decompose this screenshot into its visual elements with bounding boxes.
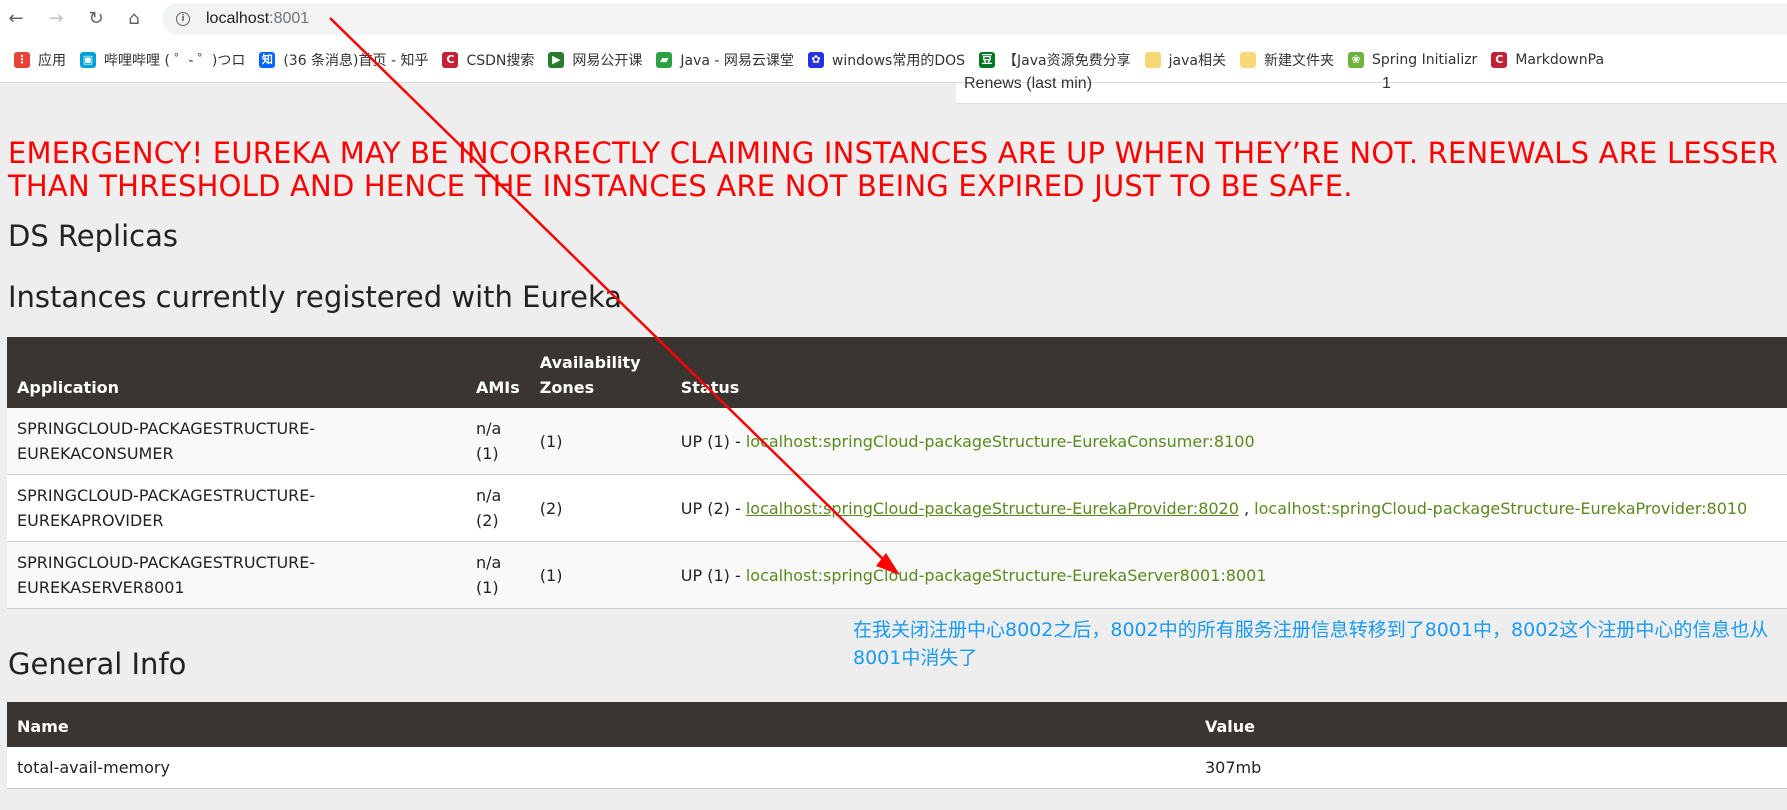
col-availability-zones: Availability Zones xyxy=(529,337,671,408)
bookmark-label: CSDN搜索 xyxy=(466,52,535,69)
general-info-table: Name Value total-avail-memory 307mb xyxy=(7,702,1787,789)
bookmark-label: 应用 xyxy=(38,52,66,69)
col-status: Status xyxy=(670,337,1787,408)
eureka-page: Renews (last min) 1 EMERGENCY! EUREKA MA… xyxy=(0,75,1787,810)
instance-link[interactable]: localhost:springCloud-packageStructure-E… xyxy=(1254,499,1747,518)
col-application: Application xyxy=(7,337,466,408)
bilibili-icon: ▣ xyxy=(80,51,96,68)
amis-cell: n/a (1) xyxy=(466,541,530,609)
bookmark-label: Spring Initializr xyxy=(1371,51,1478,68)
zones-cell: (2) xyxy=(529,474,671,542)
address-bar[interactable]: i localhost:8001 xyxy=(162,3,1787,35)
bookmark-item[interactable]: ▶ 网易公开课 xyxy=(548,50,642,70)
back-arrow-icon[interactable]: ← xyxy=(4,6,28,30)
application-name: SPRINGCLOUD-PACKAGESTRUCTURE-EUREKAPROVI… xyxy=(7,474,466,542)
annotation-note: 在我关闭注册中心8002之后，8002中的所有服务注册信息转移到了8001中，8… xyxy=(853,619,1769,669)
csdn-icon: C xyxy=(1491,51,1508,68)
baidu-paw-icon: ✿ xyxy=(807,51,824,68)
zones-cell: (1) xyxy=(529,541,671,609)
bookmark-item[interactable]: ▰ Java - 网易云课堂 xyxy=(656,50,794,70)
status-prefix: UP (1) - xyxy=(680,565,746,585)
status-prefix: UP (1) - xyxy=(680,431,746,451)
general-info-heading: General Info xyxy=(8,647,187,681)
col-value: Value xyxy=(1195,702,1787,747)
status-cell: UP (1) - localhost:springCloud-packageSt… xyxy=(670,408,1787,475)
csdn-icon: C xyxy=(442,51,459,68)
status-cell: UP (1) - localhost:springCloud-packageSt… xyxy=(670,541,1787,609)
reload-icon[interactable]: ↻ xyxy=(84,6,108,30)
bookmark-item[interactable]: 知 (36 条消息)首页 - 知乎 xyxy=(259,50,428,70)
netease-open-icon: ▶ xyxy=(548,51,565,68)
apps-grid-icon: ⋮ xyxy=(14,51,30,68)
info-name: total-avail-memory xyxy=(7,747,1195,789)
info-value: 307mb xyxy=(1195,747,1787,789)
bookmark-label: 新建文件夹 xyxy=(1263,52,1334,69)
table-row: SPRINGCLOUD-PACKAGESTRUCTURE-EUREKACONSU… xyxy=(7,408,1787,475)
col-name: Name xyxy=(7,702,1195,747)
renews-value: 1 xyxy=(1382,75,1391,92)
home-icon[interactable]: ⌂ xyxy=(122,6,146,30)
bookmark-label: windows常用的DOS xyxy=(831,52,966,69)
emergency-line-1: EMERGENCY! EUREKA MAY BE INCORRECTLY CLA… xyxy=(8,136,1778,170)
bookmark-label: Java - 网易云课堂 xyxy=(680,52,794,69)
bookmark-item[interactable]: C CSDN搜索 xyxy=(442,50,534,70)
douban-icon: 豆 xyxy=(979,51,996,68)
bookmark-item[interactable]: C MarkdownPa xyxy=(1491,51,1605,68)
zhihu-icon: 知 xyxy=(259,51,276,68)
bookmark-label: 【Java资源免费分享 xyxy=(1003,52,1131,69)
instance-link[interactable]: localhost:springCloud-packageStructure-E… xyxy=(746,432,1255,451)
zones-cell: (1) xyxy=(529,408,671,475)
instance-link[interactable]: localhost:springCloud-packageStructure-E… xyxy=(746,499,1239,518)
url-text[interactable]: localhost:8001 xyxy=(206,10,309,28)
bookmark-item[interactable]: java相关 xyxy=(1144,50,1226,70)
instances-heading: Instances currently registered with Eure… xyxy=(8,280,623,314)
status-cell: UP (2) - localhost:springCloud-packageSt… xyxy=(670,474,1787,542)
url-host: localhost xyxy=(206,10,270,27)
url-port: :8001 xyxy=(269,10,310,27)
bookmark-label: 网易公开课 xyxy=(572,52,643,69)
instance-link[interactable]: localhost:springCloud-packageStructure-E… xyxy=(746,566,1267,585)
forward-arrow-icon[interactable]: → xyxy=(44,6,68,30)
browser-toolbar: ← → ↻ ⌂ i localhost:8001 xyxy=(0,0,1787,37)
bookmark-item[interactable]: ✿ windows常用的DOS xyxy=(807,50,966,70)
spring-icon: ❀ xyxy=(1347,51,1364,68)
amis-cell: n/a (1) xyxy=(466,408,530,475)
bookmark-label: (36 条消息)首页 - 知乎 xyxy=(283,52,429,69)
bookmark-item[interactable]: ▣ 哔哩哔哩 ( ゜- ゜)つロ xyxy=(80,50,245,70)
bookmark-item[interactable]: ❀ Spring Initializr xyxy=(1347,51,1478,68)
bookmark-item[interactable]: ⋮ 应用 xyxy=(14,50,66,70)
bookmark-label: java相关 xyxy=(1168,52,1226,69)
bookmark-item[interactable]: 豆【Java资源免费分享 xyxy=(979,50,1131,70)
bookmark-item[interactable]: 新建文件夹 xyxy=(1239,50,1334,70)
renews-row: Renews (last min) 1 xyxy=(956,75,1787,104)
application-name: SPRINGCLOUD-PACKAGESTRUCTURE-EUREKACONSU… xyxy=(7,408,466,475)
status-prefix: UP (2) - xyxy=(680,498,746,518)
bookmark-label: MarkdownPa xyxy=(1515,51,1605,68)
bookmark-label: 哔哩哔哩 ( ゜- ゜)つロ xyxy=(104,52,246,69)
application-name: SPRINGCLOUD-PACKAGESTRUCTURE-EUREKASERVE… xyxy=(7,541,466,609)
table-row: SPRINGCLOUD-PACKAGESTRUCTURE-EUREKAPROVI… xyxy=(7,474,1787,542)
table-row: SPRINGCLOUD-PACKAGESTRUCTURE-EUREKASERVE… xyxy=(7,541,1787,609)
emergency-warning: EMERGENCY! EUREKA MAY BE INCORRECTLY CLA… xyxy=(8,137,1787,203)
table-row: total-avail-memory 307mb xyxy=(7,747,1787,789)
col-amis: AMIs xyxy=(466,337,530,408)
site-info-icon[interactable]: i xyxy=(176,12,190,26)
amis-cell: n/a (2) xyxy=(466,474,530,542)
bookmarks-bar: ⋮ 应用 ▣ 哔哩哔哩 ( ゜- ゜)つロ知 (36 条消息)首页 - 知乎 C CSDN搜… xyxy=(0,37,1787,83)
netease-cloud-class-icon: ▰ xyxy=(656,51,673,68)
ds-replicas-heading: DS Replicas xyxy=(8,219,178,253)
folder-icon xyxy=(1144,51,1161,68)
renews-label: Renews (last min) xyxy=(964,75,1093,92)
emergency-line-2: THAN THRESHOLD AND HENCE THE INSTANCES A… xyxy=(8,169,1353,203)
folder-icon xyxy=(1239,51,1256,68)
instances-table: Application AMIs Availability Zones Stat… xyxy=(7,337,1787,609)
